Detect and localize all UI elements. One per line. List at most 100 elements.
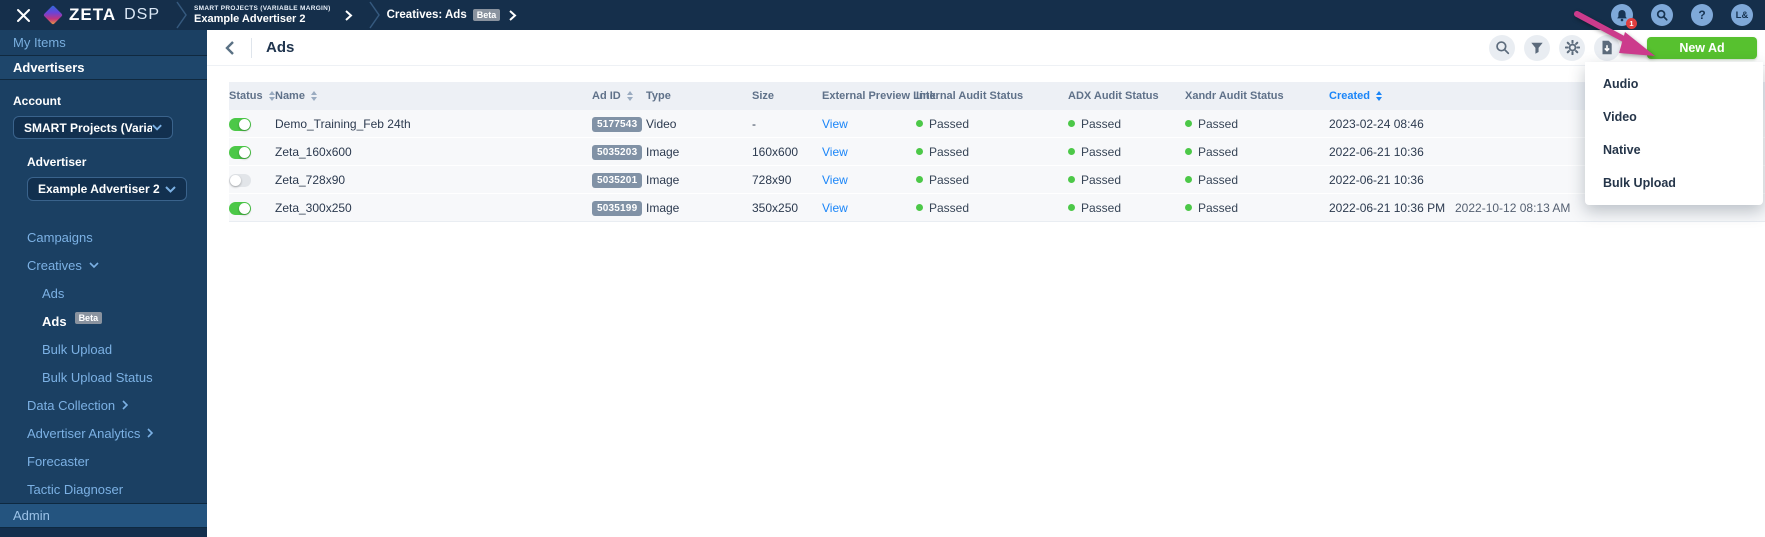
column-label: Name (275, 90, 305, 102)
preview-view-link[interactable]: View (822, 145, 848, 159)
internal-audit-status: Passed (916, 117, 1060, 131)
sort-icon[interactable] (626, 91, 633, 101)
sort-icon[interactable] (310, 91, 317, 101)
nav-label: Creatives (27, 257, 82, 273)
preview-view-link[interactable]: View (822, 173, 848, 187)
chevron-right-icon[interactable] (344, 9, 353, 21)
column-header-ad-id[interactable]: Ad ID (592, 90, 646, 102)
sort-icon[interactable] (268, 91, 275, 101)
sidebar-item-admin[interactable]: Admin (0, 503, 207, 528)
chevron-right-icon (147, 428, 154, 438)
menu-item-video[interactable]: Video (1585, 100, 1763, 133)
main-content: Ads New Ad Status Name Ad ID Type Size E… (207, 30, 1765, 537)
chevron-left-icon (225, 40, 234, 55)
sidebar-item-bulk-upload[interactable]: Bulk Upload (0, 335, 207, 363)
status-label: Passed (1081, 144, 1122, 159)
column-header-status[interactable]: Status (229, 90, 275, 102)
ad-id-badge: 5035201 (592, 172, 643, 188)
preview-view-link[interactable]: View (822, 117, 848, 131)
sidebar-item-data-collection[interactable]: Data Collection (0, 391, 207, 419)
column-label: ADX Audit Status (1068, 90, 1159, 102)
sidebar-item-campaigns[interactable]: Campaigns (0, 223, 207, 251)
internal-audit-status: Passed (916, 201, 1060, 215)
file-download-icon (1602, 40, 1612, 55)
new-ad-dropdown-menu: Audio Video Native Bulk Upload (1585, 62, 1763, 205)
ad-size: 160x600 (752, 144, 799, 159)
beta-badge: Beta (472, 9, 501, 21)
nav-label: Bulk Upload (42, 341, 113, 357)
close-icon[interactable] (14, 6, 32, 24)
ad-name: Zeta_160x600 (275, 144, 352, 159)
sort-icon[interactable] (1375, 91, 1382, 101)
column-label: Size (752, 90, 775, 102)
status-label: Passed (1198, 172, 1239, 187)
status-toggle[interactable] (229, 145, 251, 159)
filter-button[interactable] (1524, 34, 1550, 61)
sidebar-item-advertiser-analytics[interactable]: Advertiser Analytics (0, 419, 207, 447)
breadcrumb-advertiser-name: Example Advertiser 2 (194, 13, 306, 25)
user-avatar[interactable]: L& (1731, 4, 1753, 26)
breadcrumb-account-name: SMART PROJECTS (VARIABLE MARGIN) (194, 5, 331, 12)
advertiser-label: Advertiser (27, 155, 87, 170)
zeta-diamond-icon (43, 5, 63, 25)
table-search-button[interactable] (1489, 34, 1515, 61)
sidebar-item-my-items[interactable]: My Items (0, 30, 207, 57)
adx-audit-status: Passed (1068, 173, 1177, 187)
ad-id-badge: 5177543 (592, 116, 643, 132)
breadcrumb-page-name: Creatives: Ads (386, 9, 467, 21)
menu-item-bulk-upload[interactable]: Bulk Upload (1585, 166, 1763, 199)
column-header-created[interactable]: Created (1329, 90, 1455, 102)
advertiser-select[interactable]: Example Advertiser 2 (27, 177, 187, 202)
sidebar-item-ads[interactable]: Ads (0, 279, 207, 307)
menu-item-native[interactable]: Native (1585, 133, 1763, 166)
ads-table: Status Name Ad ID Type Size External Pre… (207, 66, 1765, 222)
status-label: Passed (1081, 172, 1122, 187)
sidebar-nav: Campaigns Creatives Ads Ads Beta Bulk Upl… (0, 223, 207, 503)
topbar: ZETA DSP SMART PROJECTS (VARIABLE MARGIN… (0, 0, 1765, 30)
column-header-external-preview: External Preview Link (822, 90, 936, 102)
page-title: Ads (266, 39, 295, 56)
column-header-name[interactable]: Name (275, 90, 592, 102)
status-toggle[interactable] (229, 173, 251, 187)
status-toggle[interactable] (229, 117, 251, 131)
column-header-internal-audit: Internal Audit Status (916, 90, 1068, 102)
breadcrumb-advertiser[interactable]: SMART PROJECTS (VARIABLE MARGIN) Example… (194, 5, 353, 25)
account-select-value: SMART Projects (Varia... (24, 120, 152, 135)
sidebar-item-creatives[interactable]: Creatives (0, 251, 207, 279)
menu-item-audio[interactable]: Audio (1585, 67, 1763, 100)
chevron-right-icon[interactable] (509, 9, 517, 21)
xandr-audit-status: Passed (1185, 201, 1321, 215)
settings-button[interactable] (1559, 34, 1585, 61)
status-label: Passed (1198, 200, 1239, 215)
sidebar-item-bulk-upload-status[interactable]: Bulk Upload Status (0, 363, 207, 391)
search-icon (1656, 9, 1668, 21)
preview-view-link[interactable]: View (822, 201, 848, 215)
sidebar-item-advertisers[interactable]: Advertisers (0, 56, 207, 80)
adx-audit-status: Passed (1068, 201, 1177, 215)
nav-label: Ads (42, 285, 65, 301)
sidebar-item-forecaster[interactable]: Forecaster (0, 447, 207, 475)
breadcrumb-creatives-ads[interactable]: Creatives: Ads Beta (387, 9, 518, 21)
export-button[interactable] (1594, 34, 1620, 61)
table-header-row: Status Name Ad ID Type Size External Pre… (229, 82, 1765, 110)
account-select[interactable]: SMART Projects (Varia... (13, 115, 173, 140)
status-label: Passed (929, 172, 970, 187)
ad-size: 728x90 (752, 172, 792, 187)
search-button[interactable] (1651, 4, 1673, 26)
back-button[interactable] (225, 38, 241, 58)
chevron-down-icon (89, 262, 99, 268)
ad-name: Demo_Training_Feb 24th (275, 116, 411, 131)
toggle-knob (239, 146, 250, 158)
nav-label: Ads (42, 313, 67, 329)
sidebar-item-tactic-diagnoser[interactable]: Tactic Diagnoser (0, 475, 207, 503)
beta-badge: Beta (74, 312, 103, 325)
new-ad-button[interactable]: New Ad (1647, 36, 1757, 59)
internal-audit-status: Passed (916, 145, 1060, 159)
notifications-button[interactable]: 1 (1611, 4, 1637, 29)
nav-label: Data Collection (27, 397, 116, 413)
sidebar-item-ads-beta[interactable]: Ads Beta (0, 307, 207, 335)
help-button[interactable]: ? (1691, 4, 1713, 26)
question-mark-icon: ? (1698, 8, 1706, 22)
status-toggle[interactable] (229, 201, 251, 215)
chevron-right-icon (122, 400, 129, 410)
